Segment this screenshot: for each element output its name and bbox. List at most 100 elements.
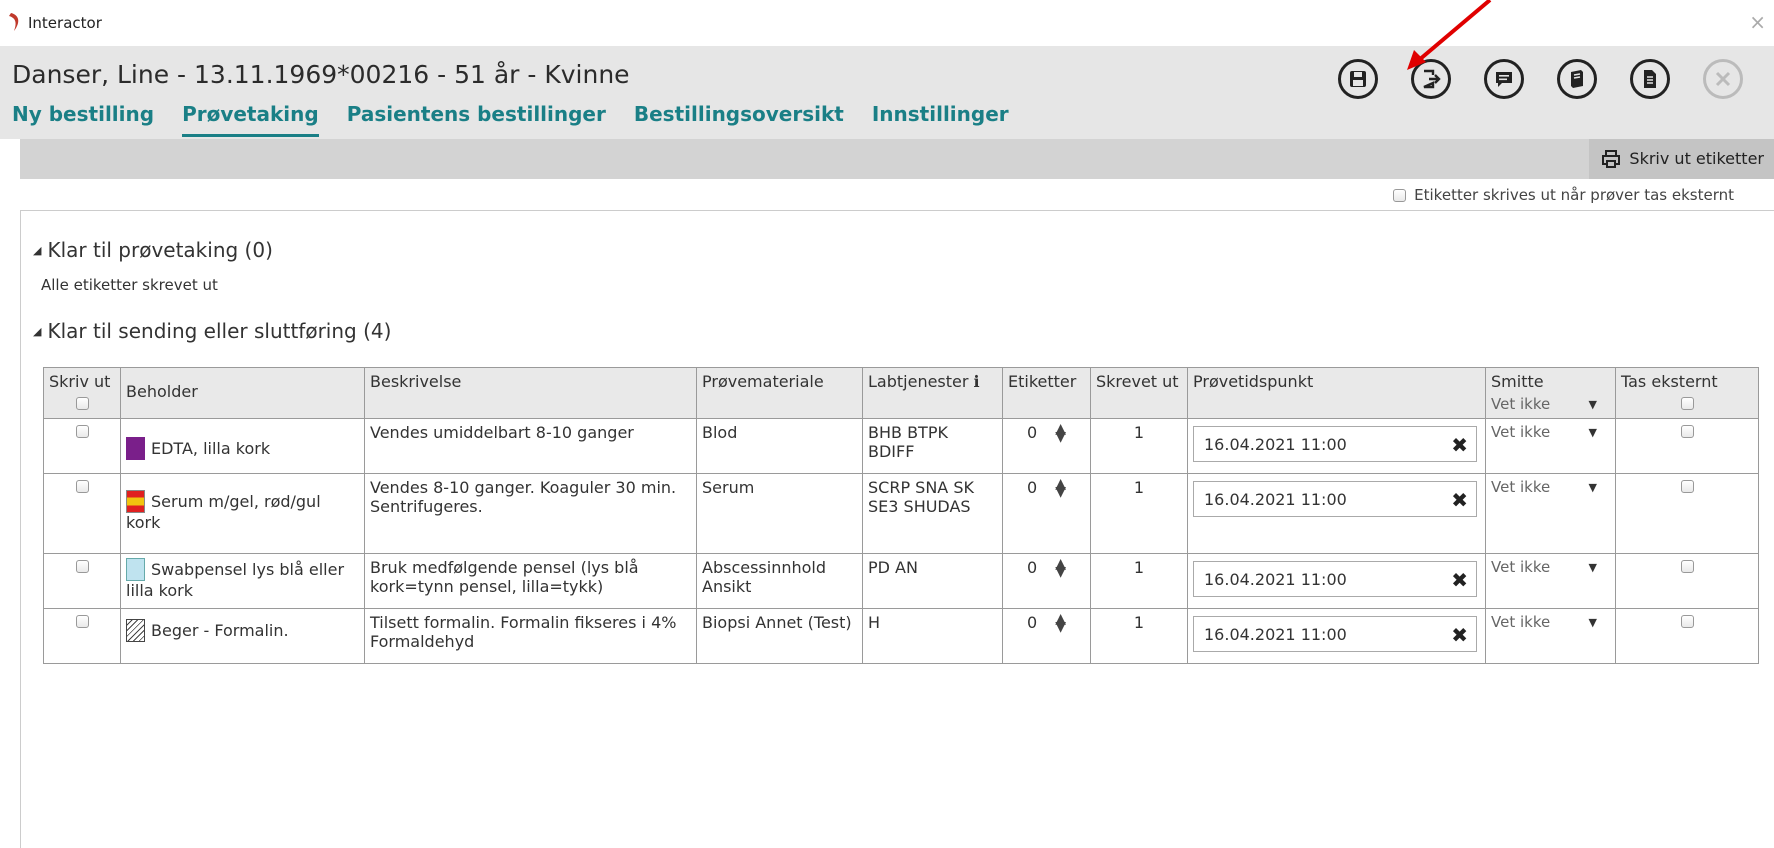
dropdown-caret-icon: ▼ (1588, 397, 1597, 411)
label-count-value: 0 (1027, 558, 1038, 577)
main-content: ◢ Klar til prøvetaking (0) Alle etiketter… (20, 210, 1774, 848)
container-color-swatch (126, 490, 145, 513)
sample-time-value: 16.04.2021 11:00 (1204, 490, 1347, 509)
col-container: Beholder (120, 367, 365, 419)
section-ready-sampling-title: Klar til prøvetaking (0) (47, 238, 273, 262)
label-count-stepper[interactable]: 0 ▲ ▼ (1008, 557, 1085, 579)
material-cell: Biopsi Annet (Test) (696, 608, 863, 664)
labservices-cell: PD AN (862, 553, 1003, 609)
dropdown-caret-icon: ▼ (1588, 560, 1597, 574)
stepper-arrows-icon[interactable]: ▲ ▼ (1055, 477, 1066, 499)
printer-icon (1602, 150, 1621, 168)
dropdown-caret-icon: ▼ (1588, 425, 1597, 439)
material-cell: Serum (696, 473, 863, 554)
sample-time-input[interactable]: 16.04.2021 11:00 ✖ (1193, 481, 1477, 517)
col-sampletime: Prøvetidspunkt (1187, 367, 1486, 419)
sample-time-value: 16.04.2021 11:00 (1204, 625, 1347, 644)
label-count-stepper[interactable]: 0 ▲ ▼ (1008, 422, 1085, 444)
print-labels-button[interactable]: Skriv ut etiketter (1589, 139, 1774, 179)
dropdown-caret-icon: ▼ (1588, 480, 1597, 494)
label-count-value: 0 (1027, 478, 1038, 497)
sample-time-input[interactable]: 16.04.2021 11:00 ✖ (1193, 616, 1477, 652)
table-row[interactable]: EDTA, lilla kork Vendes umiddelbart 8-10… (43, 418, 1759, 474)
material-cell: Abscessinnhold Ansikt (696, 553, 863, 609)
table-row[interactable]: Beger - Formalin. Tilsett formalin. Form… (43, 608, 1759, 664)
row-external-checkbox[interactable] (1680, 560, 1694, 573)
table-header-row: Skriv ut Beholder Beskrivelse Prøvemater… (43, 367, 1759, 419)
container-color-swatch (126, 619, 145, 642)
container-color-swatch (126, 558, 145, 581)
material-cell: Blod (696, 418, 863, 474)
all-labels-printed-note: Alle etiketter skrevet ut (41, 276, 218, 294)
col-print-label: Skriv ut (49, 372, 111, 391)
printed-count: 1 (1090, 473, 1188, 554)
infection-select[interactable]: Vet ikke ▼ (1491, 613, 1597, 631)
row-external-checkbox[interactable] (1680, 615, 1694, 628)
col-material: Prøvemateriale (696, 367, 863, 419)
col-labservices-label: Labtjenester (868, 372, 969, 391)
labservices-cell: H (862, 608, 1003, 664)
sample-time-input[interactable]: 16.04.2021 11:00 ✖ (1193, 561, 1477, 597)
clear-icon[interactable]: ✖ (1451, 568, 1468, 592)
stepper-arrows-icon[interactable]: ▲ ▼ (1055, 612, 1066, 634)
row-external-checkbox[interactable] (1680, 480, 1694, 493)
table-row[interactable]: Swabpensel lys blå eller lilla kork Bruk… (43, 553, 1759, 609)
infection-value: Vet ikke (1491, 478, 1551, 496)
collapse-triangle-icon: ◢ (33, 325, 42, 338)
col-description: Beskrivelse (364, 367, 697, 419)
select-all-external-checkbox[interactable] (1680, 397, 1694, 410)
printed-count: 1 (1090, 608, 1188, 664)
select-all-print-checkbox[interactable] (75, 397, 89, 410)
description-cell: Vendes umiddelbart 8-10 ganger (364, 418, 697, 474)
info-icon[interactable]: ℹ (974, 372, 980, 391)
clear-icon[interactable]: ✖ (1451, 488, 1468, 512)
stepper-arrows-icon[interactable]: ▲ ▼ (1055, 557, 1066, 579)
container-name: EDTA, lilla kork (151, 439, 271, 458)
infection-value: Vet ikke (1491, 423, 1551, 441)
section-ready-sending[interactable]: ◢ Klar til sending eller sluttføring (4) (33, 319, 391, 343)
clear-icon[interactable]: ✖ (1451, 623, 1468, 647)
infection-select[interactable]: Vet ikke ▼ (1491, 478, 1597, 496)
labservices-cell: SCRP SNA SK SE3 SHUDAS (862, 473, 1003, 554)
print-labels-label: Skriv ut etiketter (1629, 149, 1764, 168)
infection-value: Vet ikke (1491, 613, 1551, 631)
infection-filter-value: Vet ikke (1491, 395, 1551, 413)
section-ready-sampling[interactable]: ◢ Klar til prøvetaking (0) (33, 238, 273, 262)
label-count-stepper[interactable]: 0 ▲ ▼ (1008, 477, 1085, 499)
col-infection-label: Smitte (1491, 372, 1544, 391)
row-print-checkbox[interactable] (75, 480, 89, 493)
col-infection: Smitte Vet ikke ▼ (1485, 367, 1616, 419)
dropdown-caret-icon: ▼ (1588, 615, 1597, 629)
row-external-checkbox[interactable] (1680, 425, 1694, 438)
row-print-checkbox[interactable] (75, 425, 89, 438)
col-external: Tas eksternt (1615, 367, 1759, 419)
infection-select[interactable]: Vet ikke ▼ (1491, 423, 1597, 441)
section-ready-sending-title: Klar til sending eller sluttføring (4) (47, 319, 392, 343)
label-count-value: 0 (1027, 613, 1038, 632)
stepper-arrows-icon[interactable]: ▲ ▼ (1055, 422, 1066, 444)
action-toolbar: Skriv ut etiketter (20, 139, 1774, 179)
description-cell: Tilsett formalin. Formalin fikseres i 4%… (364, 608, 697, 664)
col-labservices: Labtjenester ℹ (862, 367, 1003, 419)
annotation-arrow (1407, 0, 1492, 70)
labservices-cell: BHB BTPK BDIFF (862, 418, 1003, 474)
row-print-checkbox[interactable] (75, 615, 89, 628)
printed-count: 1 (1090, 553, 1188, 609)
description-cell: Bruk medfølgende pensel (lys blå kork=ty… (364, 553, 697, 609)
label-count-stepper[interactable]: 0 ▲ ▼ (1008, 612, 1085, 634)
clear-icon[interactable]: ✖ (1451, 433, 1468, 457)
infection-select[interactable]: Vet ikke ▼ (1491, 558, 1597, 576)
container-color-swatch (126, 437, 145, 460)
container-name: Serum m/gel, rød/gul kork (126, 492, 321, 532)
sample-time-value: 16.04.2021 11:00 (1204, 570, 1347, 589)
container-name: Swabpensel lys blå eller lilla kork (126, 560, 345, 600)
infection-filter-select[interactable]: Vet ikke ▼ (1491, 395, 1597, 413)
external-labels-option: Etiketter skrives ut når prøver tas ekst… (1393, 186, 1734, 204)
external-labels-label: Etiketter skrives ut når prøver tas ekst… (1414, 186, 1734, 204)
table-row[interactable]: Serum m/gel, rød/gul kork Vendes 8-10 ga… (43, 473, 1759, 554)
row-print-checkbox[interactable] (75, 560, 89, 573)
col-container-label: Beholder (126, 382, 198, 401)
col-labels: Etiketter (1002, 367, 1091, 419)
sample-time-input[interactable]: 16.04.2021 11:00 ✖ (1193, 426, 1477, 462)
external-labels-checkbox[interactable] (1393, 188, 1407, 202)
